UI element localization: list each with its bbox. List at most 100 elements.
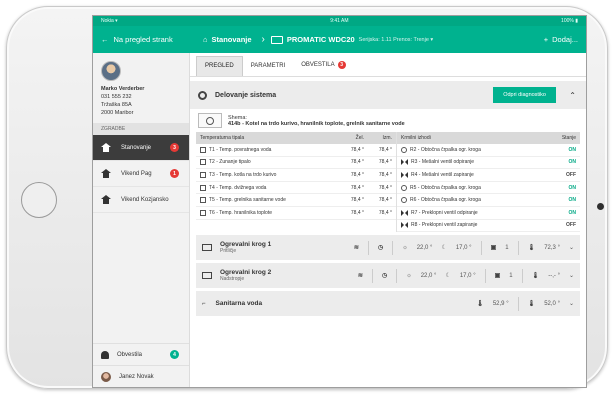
chevron-down-icon[interactable]: ⌄ <box>569 300 574 307</box>
add-button[interactable]: + Dodaj... <box>544 35 578 44</box>
home-button[interactable] <box>21 182 57 218</box>
table-row: T5 - Temp. grelnika sanitarne vode 78,4 °… <box>196 194 396 207</box>
thermometer-icon: 🌡 <box>531 273 540 280</box>
heating-circuit-2[interactable]: Ogrevalni krog 2 Nadstropje ≋ ◷ ☼ 22,0 ° … <box>196 263 580 289</box>
sidebar-item-label: Vikend Kozjansko <box>121 196 169 203</box>
table-row: T3 - Temp. kotla na trdo kurivo 78,4 ° 78,… <box>196 169 396 182</box>
pump-icon <box>401 146 407 153</box>
tablet-frame: Nokia ▾ 9:41 AM 100% ▮ ← Na pregled stra… <box>6 6 608 389</box>
plus-icon: + <box>543 35 549 44</box>
sensor-measured: 78,4 ° <box>378 159 392 166</box>
scheme-thumbnail[interactable] <box>198 113 222 128</box>
camera-icon <box>597 203 604 210</box>
night-temp[interactable]: 17,0 ° <box>460 273 476 279</box>
tab-pregled[interactable]: PREGLED <box>196 56 243 76</box>
table-row: T1 - Temp. povratnega voda 78,4 ° 78,4 ° <box>196 144 396 157</box>
col-sensor-name: Temperaturna tipala <box>200 135 245 141</box>
boiler-icon <box>200 171 206 178</box>
add-label: Dodaj... <box>552 35 578 44</box>
divider <box>371 268 373 283</box>
tab-obvestila[interactable]: OBVESTILA 3 <box>293 61 353 76</box>
notification-badge: 3 <box>170 143 179 152</box>
scheme-info: Shema: 414b - Kotel na trdo kurivo, hran… <box>190 109 586 132</box>
sidebar-item-obvestila[interactable]: Obvestila 4 <box>93 343 189 365</box>
mode-icon: ▣ <box>494 273 501 280</box>
house-icon <box>101 169 111 178</box>
buildings-heading: ZGRADBE <box>93 123 189 135</box>
notification-badge: 3 <box>337 61 346 69</box>
sensor-required: 78,4 ° <box>350 197 364 204</box>
circuit-subtitle: Pritličje <box>220 248 237 255</box>
device-selector[interactable]: PROMATIC WDC20 Serijska: 1.11 Prenos: Tr… <box>270 35 433 44</box>
sidebar-item-vikend-pag[interactable]: Vikend Pag 1 <box>93 161 189 187</box>
back-label: Na pregled strank <box>113 35 173 44</box>
tab-bar: PREGLED PARAMETRI OBVESTILA 3 <box>190 53 586 77</box>
main-content: PREGLED PARAMETRI OBVESTILA 3 Delovanje s… <box>190 53 586 387</box>
radiator-icon <box>202 272 212 280</box>
sidebar: Marko Verderber 031 555 232 Tržaška 85A … <box>93 53 190 387</box>
night-temp[interactable]: 17,0 ° <box>456 245 472 251</box>
user-avatar[interactable] <box>101 61 121 81</box>
system-panel-header[interactable]: Delovanje sistema Odpri diagnostiko ⌃ <box>190 81 586 109</box>
sidebar-item-vikend-kozjansko[interactable]: Vikend Kozjansko <box>93 187 189 213</box>
chevron-up-icon[interactable]: ⌃ <box>569 91 576 100</box>
sidebar-item-account[interactable]: Janez Novak <box>93 365 189 387</box>
home-icon: ⌂ <box>203 35 208 44</box>
open-diagnostics-button[interactable]: Odpri diagnostiko <box>493 87 556 103</box>
circuit-mode[interactable]: 1 <box>505 245 508 251</box>
sensor-required: 78,4 ° <box>350 184 364 191</box>
thermometer-icon: 🌡 <box>476 301 484 308</box>
user-street: Tržaška 85A <box>101 102 132 108</box>
timer-icon[interactable]: ◷ <box>378 244 383 251</box>
system-title: Delovanje sistema <box>215 91 277 99</box>
mode-icon: ▣ <box>490 245 497 252</box>
sidebar-item-stanovanje[interactable]: Stanovanje 3 <box>93 135 189 161</box>
day-temp[interactable]: 22,0 ° <box>417 245 433 251</box>
circuit-temp: --,- ° <box>548 272 560 279</box>
sensor-required: 78,4 ° <box>350 146 364 153</box>
circuit-temp: 72,3 ° <box>544 244 560 251</box>
heating-circuit-1[interactable]: Ogrevalni krog 1 Pritličje ≋ ◷ ☼ 22,0 ° ☾… <box>196 235 580 261</box>
device-name: PROMATIC WDC20 <box>286 35 355 44</box>
breadcrumb[interactable]: ⌂ Stanovanje › <box>203 34 271 45</box>
dhw-circuit[interactable]: ⌐ Sanitarna voda 🌡 52,9 ° 🌡 52,0 ° ⌄ <box>196 291 580 317</box>
sidebar-item-label: Stanovanje <box>121 144 152 151</box>
tab-label: PREGLED <box>205 63 234 69</box>
tab-parametri[interactable]: PARAMETRI <box>243 63 294 76</box>
timer-icon[interactable]: ◷ <box>382 272 387 279</box>
table-row: T6 - Temp. hranilnika toplote 78,4 ° 78,4 … <box>196 207 396 220</box>
circuit-mode[interactable]: 1 <box>509 273 512 279</box>
divider <box>367 240 369 255</box>
sensor-required: 78,4 ° <box>350 171 364 178</box>
output-state: ON <box>568 146 577 153</box>
table-row: R2 - Obtočna črpalka ogr. kroga ON <box>397 144 580 157</box>
breadcrumb-location: Stanovanje <box>211 35 252 44</box>
circuit-title: Ogrevalni krog 1 <box>220 241 272 249</box>
table-row: R3 - Mešalni ventil odpiranje ON <box>397 157 580 170</box>
chevron-down-icon[interactable]: ⌄ <box>569 244 574 251</box>
sensor-label: T2 - Zunanje tipalo <box>209 159 251 166</box>
divider <box>521 268 523 283</box>
sensor-measured: 78,4 ° <box>378 146 392 153</box>
top-bar: ← Na pregled strank ⌂ Stanovanje › PROMA… <box>93 26 586 53</box>
pump-icon <box>401 184 407 191</box>
day-temp[interactable]: 22,0 ° <box>421 273 437 279</box>
sensor-label: T1 - Temp. povratnega voda <box>209 146 272 153</box>
chevron-down-icon[interactable]: ⌄ <box>569 272 574 279</box>
thermometer-icon: 🌡 <box>527 301 536 308</box>
carrier: Nokia ▾ <box>101 18 118 24</box>
output-label: R8 - Preklopni ventil zapiranje <box>411 222 478 229</box>
sensor-table-header: Temperaturna tipala Žel. Izm. <box>196 132 396 144</box>
table-row: R4 - Mešalni ventil zapiranje OFF <box>397 169 580 182</box>
account-avatar <box>101 371 111 382</box>
dhw-temp-2: 52,0 ° <box>544 300 560 307</box>
back-button[interactable]: ← Na pregled strank <box>101 35 201 44</box>
sidebar-item-label: Vikend Pag <box>121 170 152 177</box>
divider <box>484 268 486 283</box>
house-icon <box>101 195 111 204</box>
sensor-required: 78,4 ° <box>350 209 364 216</box>
notification-badge: 1 <box>170 169 179 178</box>
output-state: ON <box>568 159 577 166</box>
pump-icon <box>401 197 407 204</box>
sun-icon: ☼ <box>402 244 408 251</box>
